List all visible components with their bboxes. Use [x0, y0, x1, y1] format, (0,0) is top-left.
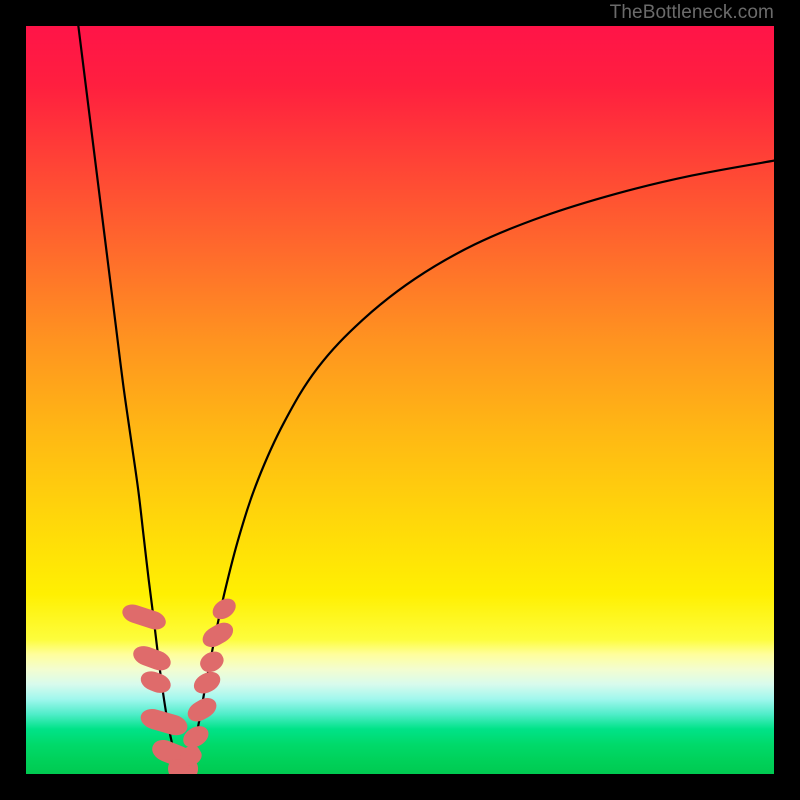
chart-frame: TheBottleneck.com	[0, 0, 800, 800]
plot-area	[26, 26, 774, 774]
attribution-label: TheBottleneck.com	[610, 0, 774, 26]
